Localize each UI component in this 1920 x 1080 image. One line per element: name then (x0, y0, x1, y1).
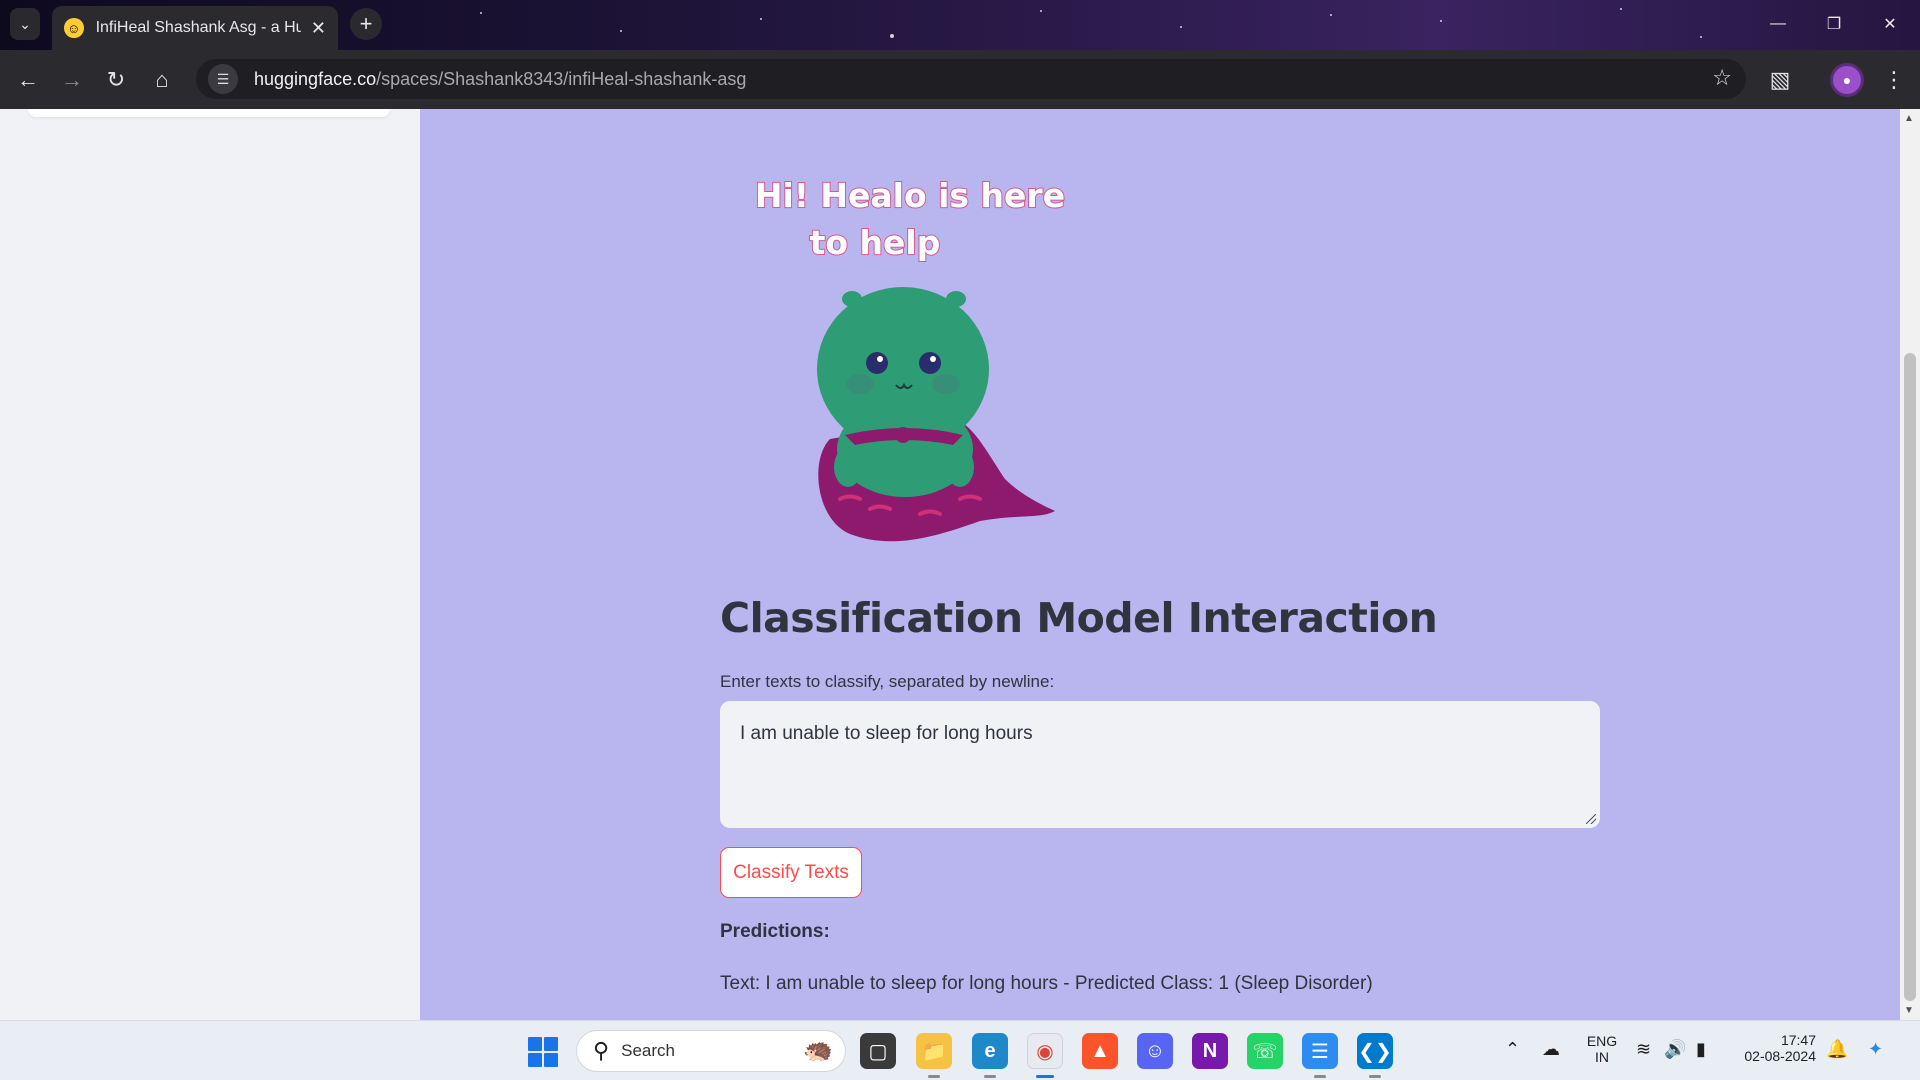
puzzle-icon: ▧ (1769, 67, 1791, 92)
restore-button[interactable]: ❐ (1814, 8, 1854, 40)
scroll-up-arrow-icon[interactable]: ▲ (1904, 113, 1914, 124)
huggingface-favicon-icon: ☺ (64, 18, 84, 38)
task-view-icon[interactable]: ▢ (860, 1033, 896, 1069)
windows-taskbar: ⚲ Search 🦔 ▢ 📁 e ◉ ▲ ☺ N ☏ ☰ ❮❯ ⌃ ☁ ENG … (0, 1020, 1920, 1080)
chevron-up-icon[interactable]: ⌃ (1505, 1039, 1520, 1060)
restore-icon: ❐ (1826, 16, 1842, 33)
reload-button[interactable]: ↻ (98, 62, 134, 98)
minimize-button[interactable]: — (1758, 8, 1798, 40)
plus-icon: + (359, 11, 373, 36)
tab-search-button[interactable]: ⌄ (10, 8, 40, 40)
minimize-icon: — (1770, 15, 1786, 32)
notification-bell-icon[interactable]: 🔔 (1826, 1039, 1848, 1060)
sidebar-card (28, 109, 390, 117)
battery-icon[interactable]: ▮ (1696, 1039, 1706, 1060)
prediction-result: Text: I am unable to sleep for long hour… (720, 973, 1373, 994)
extensions-button[interactable]: ▧ (1762, 62, 1798, 98)
brave-icon[interactable]: ▲ (1082, 1033, 1118, 1069)
chevron-down-icon: ⌄ (19, 15, 31, 32)
reload-icon: ↻ (106, 67, 126, 92)
search-highlight-icon: 🦔 (803, 1037, 833, 1064)
back-button[interactable]: ← (10, 62, 46, 98)
page-scrollbar[interactable]: ▲ ▼ (1900, 109, 1920, 1020)
volume-icon[interactable]: 🔊 (1664, 1039, 1686, 1060)
app-sidebar (0, 109, 420, 1020)
arrow-right-icon: → (61, 67, 83, 92)
mascot-caption-line1: Hi! Healo is here (755, 176, 1065, 215)
classification-text-input[interactable]: I am unable to sleep for long hours (720, 701, 1600, 828)
taskbar-search[interactable]: ⚲ Search 🦔 (576, 1030, 846, 1072)
tab-title: InfiHeal Shashank Asg - a Hugg (95, 19, 301, 36)
page-title: Classification Model Interaction (720, 594, 1438, 642)
home-icon: ⌂ (155, 67, 169, 92)
discord-icon[interactable]: ☺ (1137, 1033, 1173, 1069)
language-line1: ENG (1586, 1033, 1618, 1049)
taskbar-search-label: Search (621, 1041, 675, 1060)
start-button[interactable] (528, 1037, 558, 1067)
browser-toolbar: ← → ↻ ⌂ ☰ huggingface.co/spaces/Shashank… (0, 50, 1920, 109)
address-bar[interactable]: ☰ huggingface.co/spaces/Shashank8343/inf… (196, 59, 1746, 99)
copilot-icon[interactable]: ✦ (1868, 1039, 1883, 1060)
profile-avatar[interactable]: ● (1830, 63, 1864, 97)
classify-texts-button[interactable]: Classify Texts (720, 847, 862, 898)
scroll-thumb[interactable] (1904, 353, 1916, 1001)
language-indicator[interactable]: ENG IN (1584, 1033, 1620, 1065)
new-tab-button[interactable]: + (350, 8, 382, 40)
close-window-button[interactable]: ✕ (1870, 8, 1910, 40)
text-input-label: Enter texts to classify, separated by ne… (720, 672, 1055, 691)
home-button[interactable]: ⌂ (144, 62, 180, 98)
vscode-icon[interactable]: ❮❯ (1357, 1033, 1393, 1069)
app-main: Hi! Healo is here to help Classification… (420, 109, 1900, 1020)
url-path: /spaces/Shashank8343/infiHeal-shashank-a… (376, 68, 747, 89)
scroll-down-arrow-icon[interactable]: ▼ (1904, 1005, 1914, 1016)
text-input-value: I am unable to sleep for long hours (740, 723, 1033, 744)
close-icon[interactable]: ✕ (311, 18, 326, 39)
browser-tab-active[interactable]: ☺ InfiHeal Shashank Asg - a Hugg ✕ (52, 6, 338, 50)
clock[interactable]: 17:47 02-08-2024 (1736, 1032, 1816, 1064)
more-vertical-icon: ⋮ (1883, 67, 1905, 92)
onenote-icon[interactable]: N (1192, 1033, 1228, 1069)
edge-icon[interactable]: e (972, 1033, 1008, 1069)
forward-button[interactable]: → (54, 62, 90, 98)
site-info-icon[interactable]: ☰ (208, 64, 238, 94)
profile-icon: ● (1842, 72, 1852, 88)
clock-time: 17:47 (1780, 1032, 1816, 1048)
file-explorer-icon[interactable]: 📁 (916, 1033, 952, 1069)
close-window-icon: ✕ (1883, 16, 1897, 33)
mascot-caption-line2: to help (810, 223, 941, 262)
arrow-left-icon: ← (17, 67, 39, 92)
browser-tab-bar: ⌄ ☺ InfiHeal Shashank Asg - a Hugg ✕ + —… (0, 0, 1920, 50)
search-icon: ⚲ (593, 1038, 610, 1063)
notepad-icon[interactable]: ☰ (1302, 1033, 1338, 1069)
language-line2: IN (1595, 1049, 1609, 1065)
cloud-icon[interactable]: ☁ (1542, 1039, 1560, 1060)
resize-grip-icon[interactable] (1586, 814, 1596, 824)
windows-logo-icon (528, 1037, 542, 1051)
clock-date: 02-08-2024 (1744, 1048, 1816, 1064)
url-host: huggingface.co (254, 68, 377, 89)
whatsapp-icon[interactable]: ☏ (1247, 1033, 1283, 1069)
bookmark-star-icon[interactable]: ☆ (1712, 65, 1732, 91)
predictions-heading: Predictions: (720, 921, 830, 942)
page-viewport: Hi! Healo is here to help Classification… (0, 109, 1900, 1020)
healo-mascot-illustration: Hi! Healo is here to help (754, 175, 1066, 542)
wifi-icon[interactable]: ≋ (1636, 1039, 1651, 1060)
chrome-menu-button[interactable]: ⋮ (1876, 62, 1912, 98)
chrome-icon[interactable]: ◉ (1027, 1033, 1063, 1069)
